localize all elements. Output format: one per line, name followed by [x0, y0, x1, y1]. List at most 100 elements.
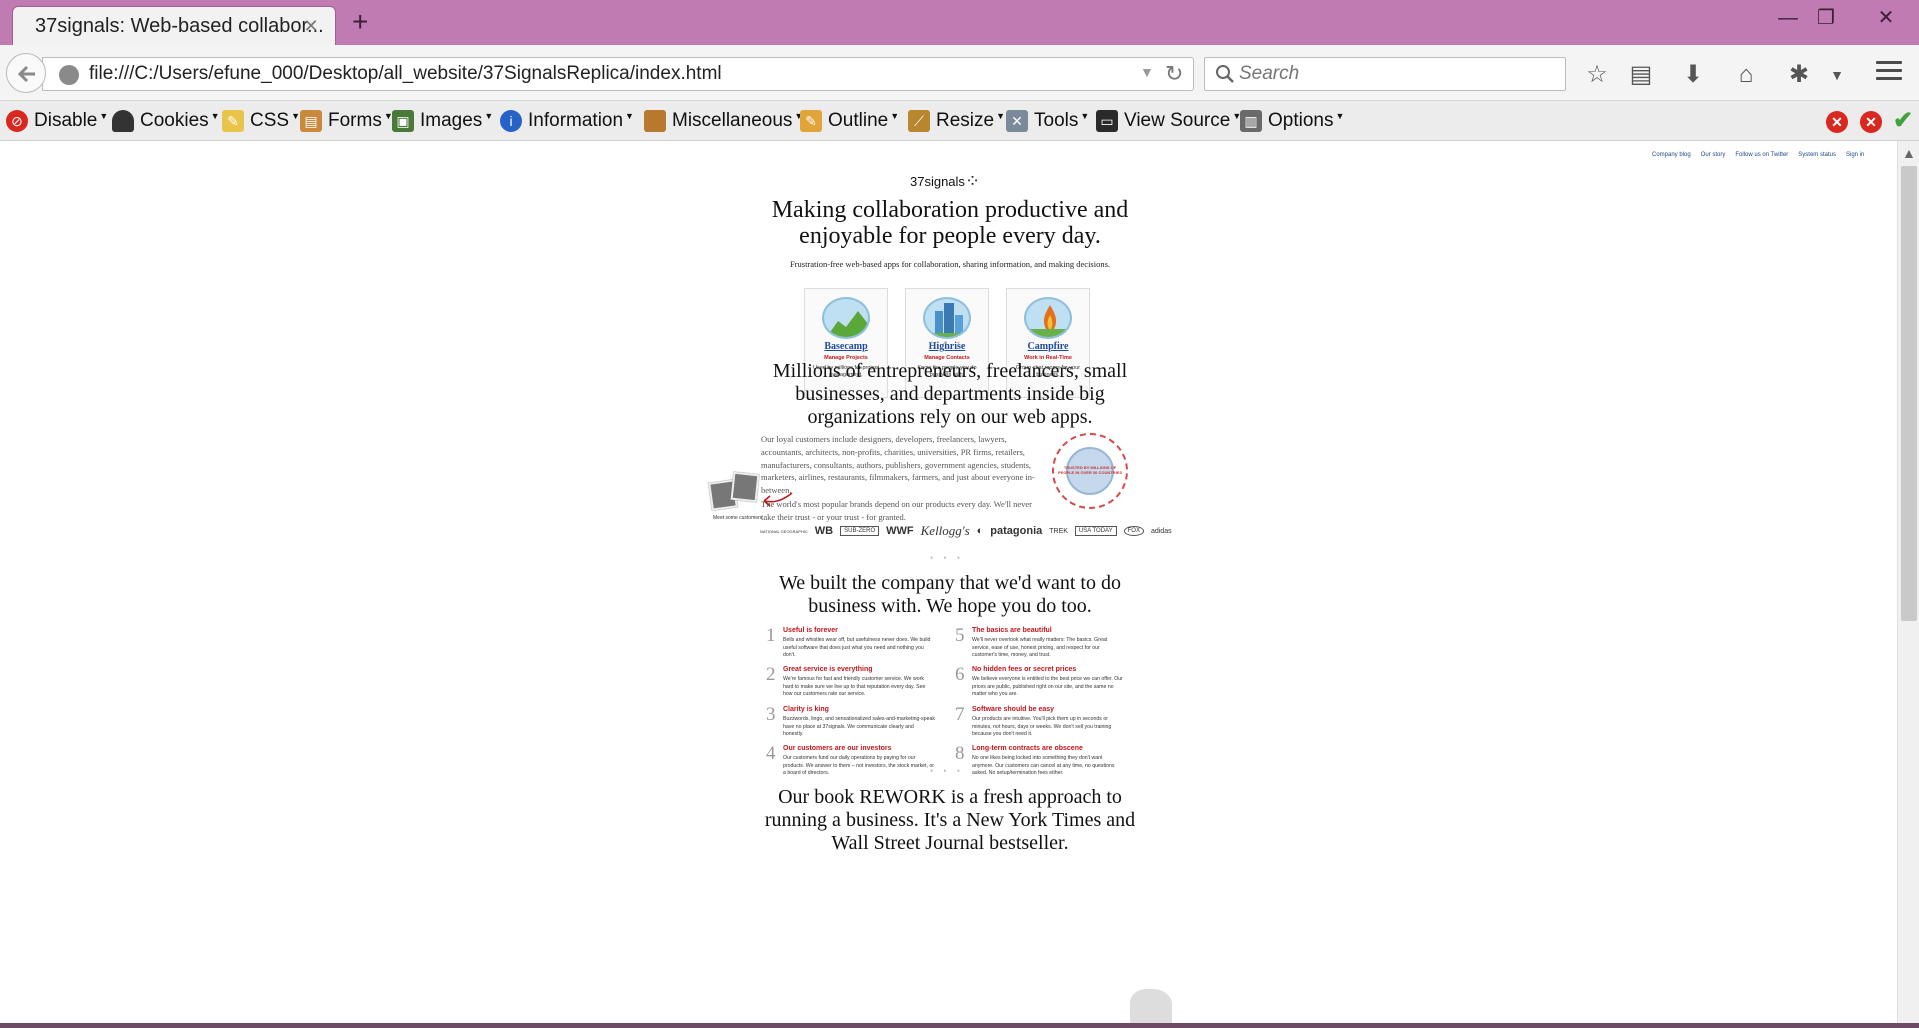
url-text[interactable]: file:///C:/Users/efune_000/Desktop/all_w…	[89, 63, 722, 85]
view-source-icon: ▭	[1096, 110, 1118, 132]
logo-mark-icon: ⁘	[965, 171, 981, 191]
dev-menu-forms[interactable]: ▤ Forms ▼	[300, 107, 393, 135]
campfire-icon	[1024, 297, 1072, 339]
dev-menu-information[interactable]: i Information ▼	[500, 107, 634, 135]
css-error-icon[interactable]: ✕	[1826, 111, 1848, 133]
value-desc: Our customers fund our daily operations …	[783, 755, 934, 777]
resize-icon: ⟋	[908, 110, 930, 132]
downloads-icon[interactable]: ⬇	[1678, 60, 1708, 90]
rework-book-image[interactable]	[1130, 989, 1172, 1023]
value-number: 3	[766, 704, 776, 725]
value-title: Software should be easy	[972, 706, 1055, 713]
disable-icon: ⊘	[6, 110, 28, 132]
information-icon: i	[500, 110, 522, 132]
back-arrow-icon	[17, 65, 35, 83]
rework-headline: Our book REWORK is a fresh approach to r…	[764, 786, 1136, 854]
highrise-icon	[923, 297, 971, 339]
value-title: Our customers are our investors	[783, 745, 892, 752]
value-desc: We're famous for fast and friendly custo…	[783, 676, 926, 698]
url-history-dropdown-icon[interactable]: ▼	[1140, 64, 1154, 80]
close-window-button[interactable]: ✕	[1858, 4, 1914, 32]
dev-menu-images[interactable]: ▣ Images ▼	[392, 107, 493, 135]
customer-photos[interactable]	[708, 471, 766, 513]
brand-logo: NATIONAL GEOGRAPHIC	[760, 528, 808, 534]
dev-menu-cookies[interactable]: Cookies ▼	[112, 107, 220, 135]
top-links: Company blog Our story Follow us on Twit…	[1652, 152, 1864, 158]
maximize-button[interactable]: ❐	[1806, 4, 1846, 32]
forms-icon: ▤	[300, 110, 322, 132]
brand-logo: TREK	[1049, 527, 1068, 535]
brand-logo: WWF	[886, 525, 914, 537]
value-title: Great service is everything	[783, 666, 873, 673]
back-button[interactable]	[6, 53, 46, 93]
vertical-scrollbar[interactable]: ▲	[1897, 141, 1919, 1023]
brand-logo: ◐	[976, 525, 984, 537]
dev-menu-options[interactable]: ▥ Options ▼	[1240, 107, 1344, 135]
sign-in-link[interactable]: Sign in	[1846, 152, 1864, 158]
page-viewport: Company blog Our story Follow us on Twit…	[0, 141, 1897, 1023]
url-bar[interactable]: file:///C:/Users/efune_000/Desktop/all_w…	[42, 57, 1194, 91]
brand-logo: adidas	[1150, 527, 1172, 535]
brand-logo: WB	[814, 525, 834, 537]
our-story-link[interactable]: Our story	[1701, 152, 1726, 158]
product-name[interactable]: Basecamp	[805, 341, 887, 352]
trusted-seal: TRUSTED BY MILLIONS OF PEOPLE IN OVER 30…	[1052, 433, 1128, 509]
site-logo[interactable]: 37signals	[910, 174, 965, 189]
dev-menu-tools[interactable]: ✕ Tools ▼	[1006, 107, 1089, 135]
scroll-up-icon[interactable]: ▲	[1902, 145, 1916, 161]
dev-menu-outline[interactable]: ✎ Outline ▼	[800, 107, 899, 135]
web-developer-toolbar: ⊘ Disable ▼ Cookies ▼ ✎ CSS ▼ ▤ Forms ▼ ▣ Im…	[0, 101, 1919, 141]
search-bar[interactable]	[1204, 57, 1566, 91]
customer-photo	[730, 471, 760, 503]
reload-icon[interactable]: ↻	[1165, 61, 1183, 87]
extension-icon[interactable]: ✱	[1784, 60, 1814, 90]
value-title: Long-term contracts are obscene	[972, 745, 1083, 752]
customers-headline: Millions of entrepreneurs, freelancers, …	[772, 360, 1128, 428]
value-number: 7	[955, 704, 965, 725]
company-blog-link[interactable]: Company blog	[1652, 152, 1691, 158]
scrollbar-thumb[interactable]	[1901, 166, 1917, 621]
dev-menu-miscellaneous[interactable]: Miscellaneous ▼	[644, 107, 803, 135]
basecamp-icon	[822, 297, 870, 339]
value-title: Useful is forever	[783, 627, 838, 634]
minimize-button[interactable]: —	[1768, 4, 1808, 32]
document-mode-ok-icon[interactable]: ✔	[1893, 109, 1913, 133]
brand-logo: USA TODAY	[1074, 526, 1117, 536]
bookmark-star-icon[interactable]: ☆	[1582, 60, 1612, 90]
twitter-link[interactable]: Follow us on Twitter	[1735, 152, 1788, 158]
system-status-link[interactable]: System status	[1798, 152, 1836, 158]
value-number: 5	[955, 625, 965, 646]
page-headline: Making collaboration productive and enjo…	[771, 197, 1129, 249]
photo-caption[interactable]: Meet some customers	[713, 515, 762, 521]
tab-close-icon[interactable]: ✕	[301, 16, 321, 36]
brand-logo: SUB-ZERO	[840, 526, 880, 536]
js-error-icon[interactable]: ✕	[1860, 111, 1882, 133]
reading-list-icon[interactable]: ▤	[1626, 60, 1656, 90]
dev-menu-view-source[interactable]: ▭ View Source ▼	[1096, 107, 1241, 135]
product-name[interactable]: Campfire	[1007, 341, 1089, 352]
value-number: 8	[955, 743, 965, 764]
page-subheadline: Frustration-free web-based apps for coll…	[789, 259, 1111, 269]
value-desc: We'll never overlook what really matters…	[972, 637, 1108, 659]
dev-menu-css[interactable]: ✎ CSS ▼	[222, 107, 300, 135]
section-divider: • • •	[930, 766, 964, 776]
images-icon: ▣	[392, 110, 414, 132]
value-desc: We believe everyone is entitled to the b…	[972, 676, 1123, 698]
new-tab-button[interactable]: +	[352, 8, 368, 36]
search-input[interactable]	[1239, 58, 1559, 90]
company-values-headline: We built the company that we'd want to d…	[779, 572, 1121, 617]
extension-dropdown-icon[interactable]: ▼	[1822, 60, 1852, 90]
options-icon: ▥	[1240, 110, 1262, 132]
browser-tab[interactable]: 37signals: Web-based collabor... ✕	[12, 6, 336, 45]
customers-paragraph: Our loyal customers include designers, d…	[761, 434, 1035, 496]
hamburger-menu-icon[interactable]	[1876, 61, 1902, 85]
home-icon[interactable]: ⌂	[1731, 60, 1761, 90]
value-number: 2	[766, 664, 776, 685]
value-desc: No one likes being locked into something…	[972, 755, 1115, 777]
brand-logos: NATIONAL GEOGRAPHIC WB SUB-ZERO WWF Kell…	[760, 520, 1172, 542]
taskbar-edge	[0, 1023, 1919, 1028]
value-number: 6	[955, 664, 965, 685]
dev-menu-resize[interactable]: ⟋ Resize ▼	[908, 107, 1005, 135]
dev-menu-disable[interactable]: ⊘ Disable ▼	[6, 107, 108, 135]
brand-logo: patagonia	[990, 525, 1043, 537]
